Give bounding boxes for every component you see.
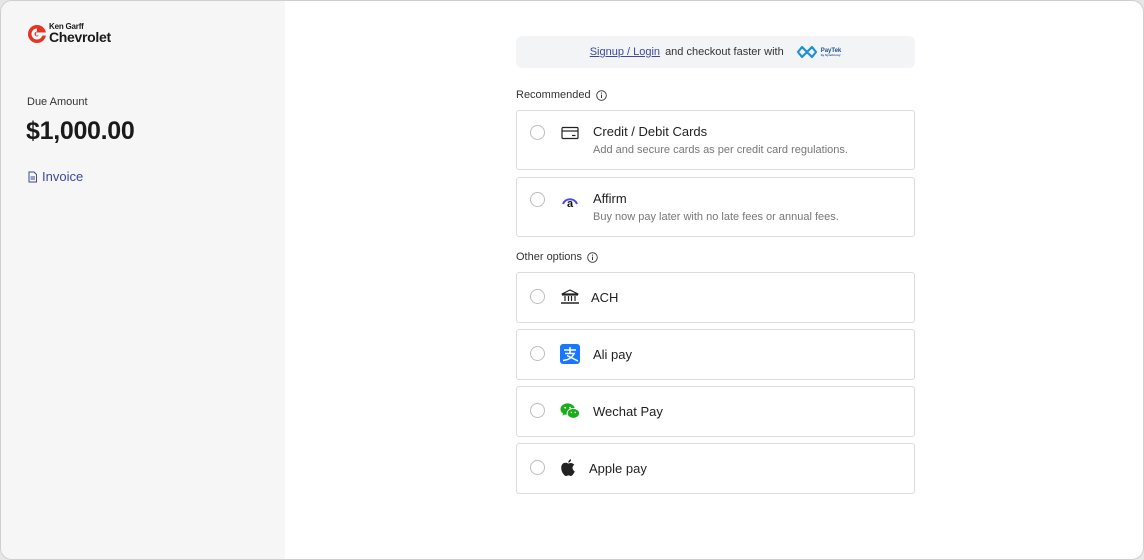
recommended-label: Recommended <box>516 89 591 101</box>
radio-wechat[interactable] <box>530 403 545 418</box>
sidebar: Ken Garff Chevrolet Due Amount $1,000.00… <box>1 1 285 559</box>
svg-text:a: a <box>567 198 574 210</box>
signup-login-link[interactable]: Signup / Login <box>590 46 660 58</box>
due-amount-label: Due Amount <box>27 96 88 108</box>
affirm-icon: a <box>560 190 580 210</box>
option-desc-card: Add and secure cards as per credit card … <box>593 144 848 156</box>
radio-affirm[interactable] <box>530 192 545 207</box>
credit-card-icon <box>560 123 580 143</box>
banner-text: and checkout faster with <box>665 46 784 58</box>
brand-logo-icon <box>28 24 47 43</box>
other-options-label: Other options <box>516 251 583 263</box>
radio-ach[interactable] <box>530 289 545 304</box>
document-icon <box>28 171 37 182</box>
alipay-icon <box>560 344 580 364</box>
option-title-wechat: Wechat Pay <box>593 404 663 419</box>
paytek-logo-subtext: by Synchrony <box>820 52 841 57</box>
radio-card[interactable] <box>530 125 545 140</box>
paytek-icon <box>796 45 817 59</box>
wechat-icon <box>560 401 580 421</box>
other-options-heading: Other options <box>516 251 598 263</box>
due-amount-value: $1,000.00 <box>26 117 135 145</box>
payment-option-affirm[interactable]: a Affirm Buy now pay later with no late … <box>516 177 915 237</box>
payment-option-wechat[interactable]: Wechat Pay <box>516 386 915 437</box>
brand-logo: Ken Garff Chevrolet <box>27 23 111 44</box>
payment-option-applepay[interactable]: Apple pay <box>516 443 915 494</box>
info-icon[interactable] <box>587 251 598 263</box>
option-title-alipay: Ali pay <box>593 347 633 362</box>
payment-option-alipay[interactable]: Ali pay <box>516 329 915 380</box>
apple-icon <box>558 458 578 478</box>
invoice-link[interactable]: Invoice <box>27 169 83 184</box>
recommended-heading: Recommended <box>516 89 607 101</box>
paytek-logo: PayTek by Synchrony <box>796 45 841 59</box>
payment-option-card[interactable]: Credit / Debit Cards Add and secure card… <box>516 110 915 170</box>
info-icon[interactable] <box>595 89 607 101</box>
option-desc-affirm: Buy now pay later with no late fees or a… <box>593 211 839 223</box>
radio-applepay[interactable] <box>530 460 545 475</box>
signup-banner: Signup / Login and checkout faster with … <box>516 36 915 68</box>
option-title-affirm: Affirm <box>593 191 627 206</box>
brand-name-line2: Chevrolet <box>49 29 111 45</box>
checkout-window: Ken Garff Chevrolet Due Amount $1,000.00… <box>0 0 1144 560</box>
bank-icon <box>560 287 580 307</box>
option-title-card: Credit / Debit Cards <box>593 124 708 139</box>
option-title-applepay: Apple pay <box>589 461 647 476</box>
invoice-label: Invoice <box>42 169 84 184</box>
radio-alipay[interactable] <box>530 346 545 361</box>
option-title-ach: ACH <box>591 290 619 305</box>
payment-option-ach[interactable]: ACH <box>516 272 915 323</box>
